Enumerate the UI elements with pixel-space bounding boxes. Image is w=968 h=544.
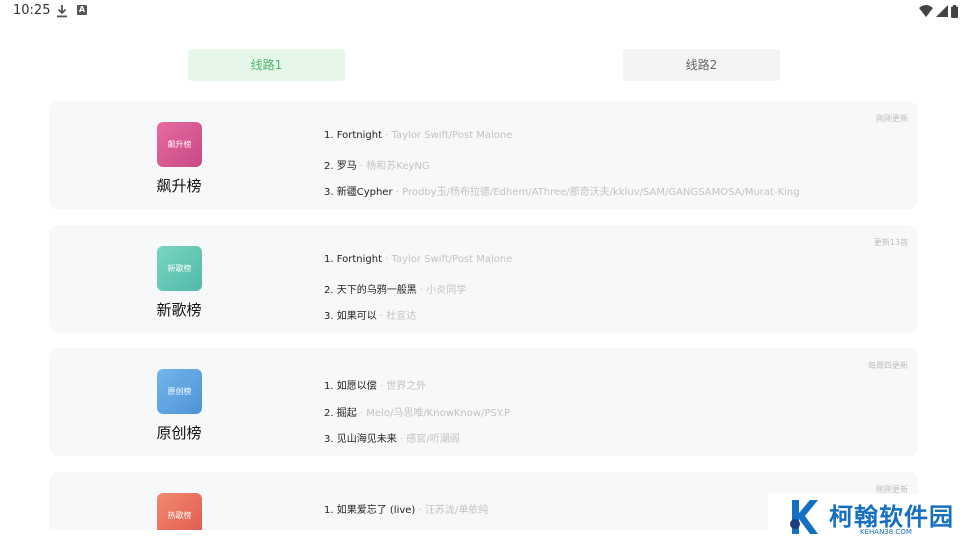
track-artist: · 世界之外 — [376, 381, 427, 392]
watermark-logo-icon — [790, 500, 818, 534]
track-item[interactable]: 3. 新疆Cypher · Prodby玉/杨布拉德/Edhem/AThree/… — [324, 183, 800, 210]
status-bar: 10:25 A — [0, 0, 968, 24]
track-item[interactable]: 1. Fortnight · Taylor Swift/Post Malone — [324, 130, 800, 157]
track-artist: · 感官/听潮阁 — [396, 434, 460, 445]
track-artist: · Taylor Swift/Post Malone — [382, 254, 513, 265]
chart-name: 飙升榜 — [156, 177, 202, 195]
chart-card-original[interactable]: 原创榜 原创榜 每周四更新 1. 如愿以偿 · 世界之外 2. 掘起 · Mel… — [49, 348, 918, 456]
track-title: 2. 罗马 — [324, 160, 357, 172]
update-status: 刚刚更新 — [876, 114, 908, 123]
track-title: 1. 如愿以偿 — [324, 381, 377, 392]
download-icon — [57, 5, 67, 18]
track-item[interactable]: 3. 见山海见未来 · 感官/听潮阁 — [324, 430, 510, 457]
track-title: 3. 新疆Cypher — [324, 187, 393, 198]
tab-route-2[interactable]: 线路2 — [623, 49, 780, 81]
track-list: 1. Fortnight · Taylor Swift/Post Malone … — [324, 254, 512, 334]
track-title: 3. 如果可以 — [324, 311, 377, 322]
wifi-icon — [919, 5, 933, 17]
track-item[interactable]: 1. 如愿以偿 · 世界之外 — [324, 377, 510, 404]
chart-name: 新歌榜 — [156, 301, 202, 319]
status-time: 10:25 — [13, 3, 51, 18]
track-artist: · 汪苏泷/单依纯 — [415, 505, 489, 516]
track-item[interactable]: 2. 掘起 · Melo/马思唯/KnowKnow/PSY.P — [324, 404, 510, 431]
a-badge-icon: A — [77, 5, 87, 15]
chart-cover: 飙升榜 — [157, 122, 202, 167]
track-artist: · Prodby玉/杨布拉德/Edhem/AThree/那奇沃夫/kkluv/S… — [392, 187, 800, 198]
status-icons — [919, 4, 958, 18]
watermark-title: 柯翰软件园 — [829, 503, 954, 531]
chart-cover: 原创榜 — [157, 369, 202, 414]
track-title: 2. 天下的乌鸦一般黑 — [324, 284, 417, 296]
signal-icon — [936, 5, 948, 17]
battery-icon — [951, 4, 958, 18]
track-title: 1. Fortnight — [324, 254, 382, 265]
chart-name: 原创榜 — [156, 424, 202, 442]
chart-cover: 新歌榜 — [157, 246, 202, 291]
chart-card-soaring[interactable]: 飙升榜 飙升榜 刚刚更新 1. Fortnight · Taylor Swift… — [49, 101, 918, 209]
track-artist: · Taylor Swift/Post Malone — [382, 130, 513, 141]
track-artist: · 杨和苏KeyNG — [356, 160, 430, 172]
track-artist: · 杜宣达 — [376, 311, 417, 322]
tab-route-1[interactable]: 线路1 — [188, 49, 345, 81]
track-item[interactable]: 2. 天下的乌鸦一般黑 · 小炎同学 — [324, 281, 512, 308]
chart-card-new[interactable]: 新歌榜 新歌榜 更新13首 1. Fortnight · Taylor Swif… — [49, 225, 918, 333]
track-artist: · 小炎同学 — [416, 284, 467, 296]
track-title: 1. Fortnight — [324, 130, 382, 141]
track-item[interactable]: 2. 罗马 · 杨和苏KeyNG — [324, 157, 800, 184]
track-artist: · Melo/马思唯/KnowKnow/PSY.P — [356, 407, 511, 419]
track-title: 1. 如果爱忘了 (live) — [324, 505, 416, 516]
update-status: 更新13首 — [873, 238, 908, 247]
watermark: 柯翰软件园 KEHAN38.COM — [768, 494, 968, 544]
track-list: 1. Fortnight · Taylor Swift/Post Malone … — [324, 130, 800, 210]
track-list: 1. 如愿以偿 · 世界之外 2. 掘起 · Melo/马思唯/KnowKnow… — [324, 377, 510, 457]
watermark-url: KEHAN38.COM — [860, 528, 912, 536]
track-item[interactable]: 1. 如果爱忘了 (live) · 汪苏泷/单依纯 — [324, 501, 488, 528]
track-item[interactable]: 3. 如果可以 · 杜宣达 — [324, 307, 512, 334]
track-item[interactable]: 1. Fortnight · Taylor Swift/Post Malone — [324, 254, 512, 281]
track-title: 3. 见山海见未来 — [324, 434, 397, 445]
update-status: 每周四更新 — [868, 361, 908, 370]
track-list: 1. 如果爱忘了 (live) · 汪苏泷/单依纯 — [324, 501, 488, 528]
track-title: 2. 掘起 — [324, 407, 357, 419]
